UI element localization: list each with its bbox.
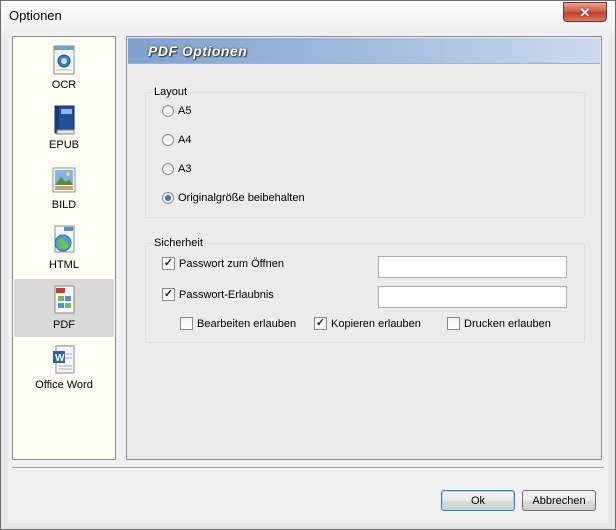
window-title: Optionen — [9, 8, 62, 23]
open-password-checkbox[interactable]: ✓ — [162, 257, 175, 270]
dialog-client: OCR EPUB BILD HTML PDF W Office Word PDF… — [8, 31, 608, 523]
open-password-label: Passwort zum Öffnen — [179, 257, 284, 270]
radio-a4-label: A4 — [178, 134, 192, 146]
permission-password-checkbox-row[interactable]: ✓ Passwort-Erlaubnis — [162, 288, 274, 301]
svg-text:W: W — [55, 353, 65, 364]
pane-header: PDF Optionen — [128, 38, 600, 64]
sidebar-item-office-word[interactable]: W Office Word — [14, 339, 114, 397]
close-icon: ✕ — [579, 4, 591, 20]
sidebar-item-epub[interactable]: EPUB — [14, 99, 114, 157]
radio-a3-button[interactable] — [162, 163, 174, 175]
allow-print-row[interactable]: Drucken erlauben — [447, 317, 551, 330]
allow-print-label: Drucken erlauben — [464, 317, 551, 330]
permission-password-label: Passwort-Erlaubnis — [179, 288, 274, 301]
allow-print-checkbox[interactable] — [447, 317, 460, 330]
pane-title: PDF Optionen — [148, 43, 248, 59]
radio-a4-button[interactable] — [162, 134, 174, 146]
radio-original-size-label: Originalgröße beibehalten — [178, 192, 305, 204]
allow-edit-row[interactable]: Bearbeiten erlauben — [180, 317, 296, 330]
radio-a5-label: A5 — [178, 105, 192, 117]
sidebar-item-label: PDF — [53, 319, 75, 331]
ocr-document-icon — [53, 45, 75, 75]
permission-password-input[interactable] — [378, 286, 567, 308]
sidebar-item-label: BILD — [51, 199, 77, 211]
radio-original-size[interactable]: Originalgröße beibehalten — [162, 192, 305, 204]
footer-separator — [12, 467, 604, 469]
allow-edit-label: Bearbeiten erlauben — [197, 317, 297, 330]
allow-copy-label: Kopieren erlauben — [331, 317, 421, 330]
title-bar[interactable]: Optionen ✕ — [1, 1, 615, 31]
radio-a3-label: A3 — [178, 163, 192, 175]
sidebar-item-pdf[interactable]: PDF — [14, 279, 114, 337]
open-password-checkbox-row[interactable]: ✓ Passwort zum Öffnen — [162, 257, 284, 270]
cancel-button[interactable]: Abbrechen — [522, 490, 596, 511]
options-dialog: Optionen ✕ OCR EPUB BILD HTML PDF W Offi… — [0, 0, 616, 530]
allow-edit-checkbox[interactable] — [180, 317, 193, 330]
sidebar-item-bild[interactable]: BILD — [14, 159, 114, 217]
radio-original-size-button[interactable] — [162, 192, 174, 204]
sidebar-item-html[interactable]: HTML — [14, 219, 114, 277]
sidebar-item-label: OCR — [51, 79, 77, 91]
sidebar-item-ocr[interactable]: OCR — [14, 39, 114, 97]
pdf-document-icon — [54, 285, 75, 314]
close-button[interactable]: ✕ — [563, 2, 607, 22]
layout-legend: Layout — [152, 86, 190, 98]
options-pane: PDF Optionen Layout A5 A4 A3 Originalgrö… — [126, 36, 602, 460]
allow-copy-checkbox[interactable]: ✓ — [314, 317, 327, 330]
image-icon — [52, 167, 76, 193]
html-globe-icon — [54, 225, 75, 253]
word-document-icon: W — [53, 345, 75, 374]
sidebar-item-label: HTML — [49, 259, 79, 271]
sidebar-item-label: Office Word — [35, 379, 93, 391]
security-legend: Sicherheit — [152, 237, 205, 249]
open-password-input[interactable] — [378, 256, 567, 278]
layout-group: Layout A5 A4 A3 Originalgröße beibehalte… — [145, 86, 585, 218]
radio-a3[interactable]: A3 — [162, 163, 191, 175]
permission-password-checkbox[interactable]: ✓ — [162, 288, 175, 301]
allow-copy-row[interactable]: ✓ Kopieren erlauben — [314, 317, 421, 330]
category-list: OCR EPUB BILD HTML PDF W Office Word — [12, 36, 116, 460]
security-group: Sicherheit ✓ Passwort zum Öffnen ✓ Passw… — [145, 237, 585, 343]
radio-a4[interactable]: A4 — [162, 134, 191, 146]
ok-button[interactable]: Ok — [441, 490, 515, 511]
radio-a5[interactable]: A5 — [162, 105, 191, 117]
sidebar-item-label: EPUB — [49, 139, 79, 151]
epub-book-icon — [54, 105, 75, 135]
radio-a5-button[interactable] — [162, 105, 174, 117]
